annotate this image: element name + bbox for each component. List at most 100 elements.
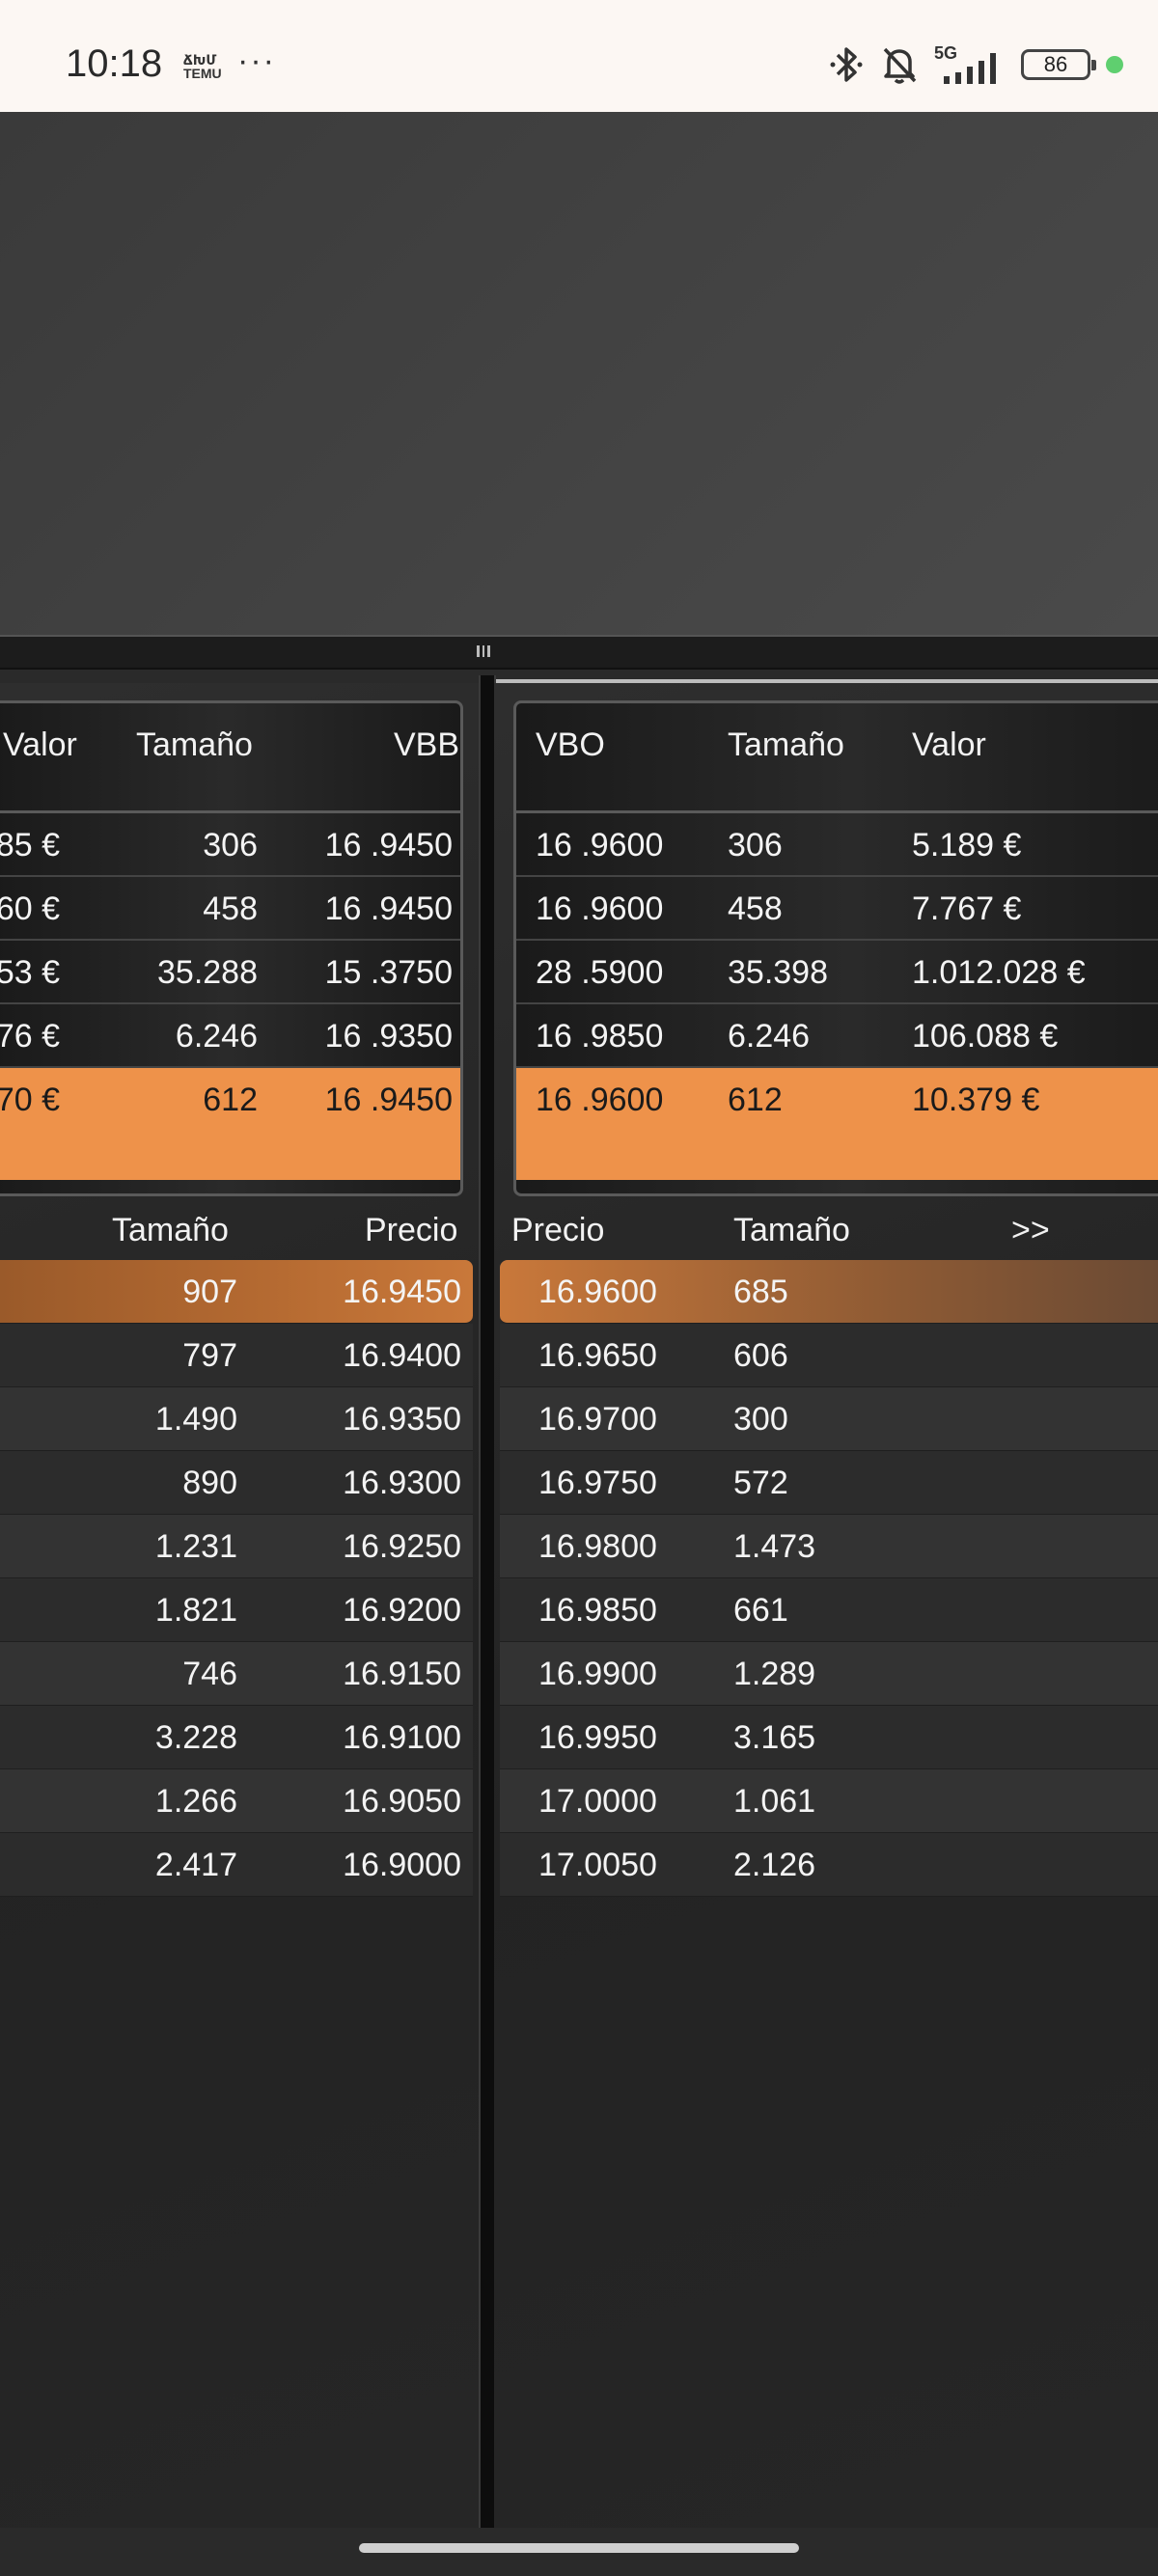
cell-vbb: 15 .3750 (324, 954, 453, 991)
cell-tamano: 306 (203, 827, 258, 863)
cell-precio: 16.9150 (343, 1656, 461, 1692)
cell-vbo: 28 .5900 (536, 954, 664, 991)
cell-tamano: 612 (203, 1082, 258, 1118)
cell-tamano: 572 (733, 1465, 788, 1501)
cell-precio: 16.9650 (538, 1337, 657, 1374)
bid-row[interactable]: 797 16.9400 (0, 1324, 473, 1387)
cell-vbo: 16 .9600 (536, 827, 664, 863)
bid-summary-box: Valor Tamaño VBB 185 € 306 16 .9450 760 € 45… (0, 700, 463, 1196)
summary-row[interactable]: 776 € 6.246 16 .9350 (0, 1004, 460, 1068)
bid-row[interactable]: 3.228 16.9100 (0, 1706, 473, 1769)
expand-columns-button[interactable]: >> (1011, 1212, 1050, 1249)
cell-tamano: 746 (182, 1656, 237, 1692)
cell-valor: 7.767 € (912, 891, 1022, 927)
summary-row[interactable]: 16 .9600 458 7.767 € (516, 877, 1158, 941)
cell-tamano: 35.288 (157, 954, 258, 991)
ask-row[interactable]: 16.9700 300 (500, 1387, 1158, 1451)
ask-row[interactable]: 16.9950 3.165 (500, 1706, 1158, 1769)
col-tamano: Tamaño (136, 726, 253, 763)
bid-row[interactable]: 2.417 16.9000 (0, 1833, 473, 1897)
ask-panel: VBO Tamaño Valor 16 .9600 306 5.189 €16 .9… (494, 683, 1158, 2528)
home-indicator[interactable] (359, 2543, 799, 2553)
cell-precio: 16.9450 (343, 1274, 461, 1310)
cell-precio: 16.9100 (343, 1719, 461, 1756)
ask-row[interactable]: 16.9900 1.289 (500, 1642, 1158, 1706)
drag-handle-icon[interactable] (477, 645, 491, 657)
cell-precio: 16.9950 (538, 1719, 657, 1756)
cell-valor: 106.088 € (912, 1018, 1059, 1055)
selected-summary-row[interactable]: 16 .9600 612 10.379 € (516, 1068, 1158, 1180)
cell-tamano: 890 (182, 1465, 237, 1501)
bid-row[interactable]: 1.231 16.9250 (0, 1515, 473, 1578)
cell-precio: 16.9400 (343, 1337, 461, 1374)
cell-vbo: 16 .9600 (536, 1082, 664, 1118)
summary-row[interactable]: 28 .5900 35.398 1.012.028 € (516, 941, 1158, 1004)
best-ask-row[interactable]: 16.9600 685 (500, 1260, 1158, 1324)
ask-row[interactable]: 17.0000 1.061 (500, 1769, 1158, 1833)
status-bar: 10:18 ՃԽՄ TEMU ··· 5G 86 (0, 0, 1158, 112)
cell-tamano: 2.417 (154, 1847, 237, 1883)
cell-tamano: 1.490 (154, 1401, 237, 1438)
cell-vbb: 16 .9450 (324, 891, 453, 927)
bluetooth-icon (830, 47, 863, 82)
bid-summary-header: Valor Tamaño VBB (0, 703, 460, 813)
summary-row[interactable]: 553 € 35.288 15 .3750 (0, 941, 460, 1004)
cell-tamano: 1.289 (733, 1656, 816, 1692)
cell-precio: 16.9600 (538, 1274, 657, 1310)
bid-row[interactable]: 746 16.9150 (0, 1642, 473, 1706)
col-tamano: Tamaño (728, 726, 844, 763)
bid-row[interactable]: 890 16.9300 (0, 1451, 473, 1515)
cell-vbb: 16 .9450 (324, 1082, 453, 1118)
cell-tamano: 458 (728, 891, 783, 927)
ask-row[interactable]: 16.9850 661 (500, 1578, 1158, 1642)
ask-row[interactable]: 17.0050 2.126 (500, 1833, 1158, 1897)
cell-precio: 16.9800 (538, 1528, 657, 1565)
cell-tamano: 612 (728, 1082, 783, 1118)
col-tamano: Tamaño (733, 1212, 850, 1248)
bid-row[interactable]: 1.821 16.9200 (0, 1578, 473, 1642)
status-time: 10:18 (66, 42, 163, 85)
cell-tamano: 606 (733, 1337, 788, 1374)
cell-tamano: 6.246 (175, 1018, 258, 1055)
cell-precio: 17.0050 (538, 1847, 657, 1883)
battery-icon: 86 (1021, 49, 1096, 80)
cell-tamano: 1.473 (733, 1528, 816, 1565)
selected-summary-row[interactable]: 370 € 612 16 .9450 (0, 1068, 460, 1180)
temu-icon-line2: TEMU (183, 66, 222, 81)
ask-summary-box: VBO Tamaño Valor 16 .9600 306 5.189 €16 .9… (513, 700, 1158, 1196)
summary-row[interactable]: 16 .9850 6.246 106.088 € (516, 1004, 1158, 1068)
cell-valor: 5.189 € (912, 827, 1022, 863)
ask-row[interactable]: 16.9750 572 (500, 1451, 1158, 1515)
cell-valor: 10.379 € (912, 1082, 1040, 1118)
panel-splitter[interactable] (0, 635, 1158, 670)
bid-row[interactable]: 1.266 16.9050 (0, 1769, 473, 1833)
ask-row[interactable]: 16.9800 1.473 (500, 1515, 1158, 1578)
cell-vbb: 16 .9350 (324, 1018, 453, 1055)
summary-row[interactable]: 16 .9600 306 5.189 € (516, 813, 1158, 877)
col-vbb: VBB (394, 726, 460, 763)
more-notifications-icon: ··· (237, 42, 276, 79)
cell-precio: 16.9700 (538, 1401, 657, 1438)
cell-vbo: 16 .9850 (536, 1018, 664, 1055)
cell-tamano: 1.061 (733, 1783, 816, 1820)
bid-panel: Valor Tamaño VBB 185 € 306 16 .9450 760 € 45… (0, 683, 482, 2528)
bid-book-header: Tamaño Precio (0, 1200, 482, 1258)
cell-precio: 16.9750 (538, 1465, 657, 1501)
cell-precio: 16.9300 (343, 1465, 461, 1501)
cell-tamano: 35.398 (728, 954, 828, 991)
col-vbo: VBO (536, 726, 605, 763)
summary-row[interactable]: 185 € 306 16 .9450 (0, 813, 460, 877)
cell-tamano: 1.821 (154, 1592, 237, 1629)
col-precio: Precio (511, 1212, 605, 1248)
bid-row[interactable]: 1.490 16.9350 (0, 1387, 473, 1451)
cell-precio: 17.0000 (538, 1783, 657, 1820)
cell-precio: 16.9850 (538, 1592, 657, 1629)
ask-summary-header: VBO Tamaño Valor (516, 703, 1158, 813)
cell-valor: 370 € (0, 1082, 60, 1118)
summary-row[interactable]: 760 € 458 16 .9450 (0, 877, 460, 941)
cell-precio: 16.9000 (343, 1847, 461, 1883)
ask-book-header: Precio Tamaño >> (494, 1200, 1158, 1258)
ask-row[interactable]: 16.9650 606 (500, 1324, 1158, 1387)
cell-precio: 16.9050 (343, 1783, 461, 1820)
best-bid-row[interactable]: 907 16.9450 (0, 1260, 473, 1324)
